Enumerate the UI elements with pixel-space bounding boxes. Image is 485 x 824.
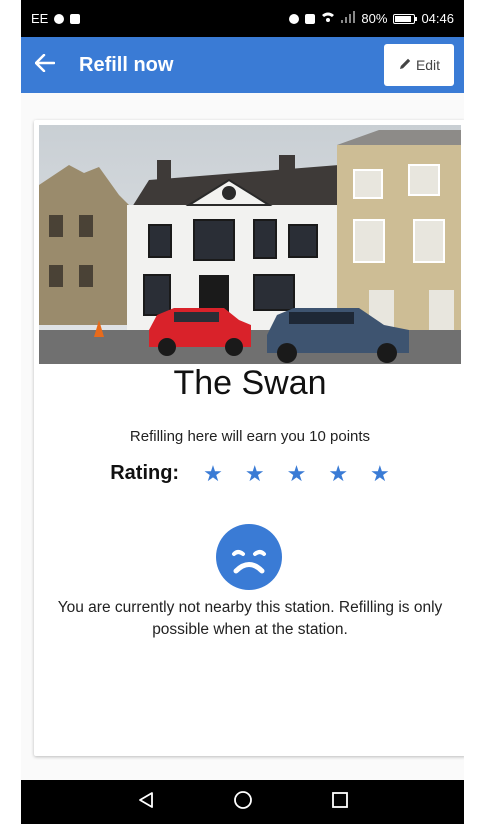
- nav-back-button[interactable]: [135, 791, 157, 813]
- wifi-icon: [321, 11, 335, 26]
- station-name: The Swan: [173, 364, 327, 402]
- nav-recents-button[interactable]: [329, 791, 351, 813]
- edit-button[interactable]: Edit: [384, 44, 454, 86]
- not-nearby-message: You are currently not nearby this statio…: [57, 599, 443, 638]
- phone-screen: EE 80% 04:46 Refill now Edit The Swan Re…: [21, 0, 464, 824]
- settings-status-icon: [54, 13, 65, 24]
- battery-percent: 80%: [361, 11, 388, 26]
- star-icon[interactable]: ★: [245, 462, 265, 485]
- page: EE 80% 04:46 Refill now Edit The Swan Re…: [0, 0, 485, 824]
- nfc-status-icon: [305, 13, 316, 24]
- carrier-label: EE: [31, 11, 49, 26]
- status-left: EE: [31, 11, 81, 26]
- star-icon[interactable]: ★: [287, 462, 307, 485]
- station-photo: [39, 125, 461, 364]
- signal-icon: [341, 11, 356, 26]
- edit-button-label: Edit: [415, 57, 441, 73]
- battery-icon: [393, 13, 418, 24]
- page-title: Refill now: [79, 53, 174, 76]
- nav-home-button[interactable]: [232, 790, 254, 815]
- triangle-back-icon: [137, 791, 155, 814]
- rating-row: Rating: ★ ★ ★ ★ ★: [34, 462, 464, 485]
- notification-status-icon: [70, 13, 81, 24]
- arrow-left-icon: [34, 53, 56, 77]
- back-button[interactable]: [31, 51, 59, 79]
- star-icon[interactable]: ★: [203, 462, 223, 485]
- status-time: 04:46: [421, 11, 454, 26]
- app-bar: Refill now Edit: [21, 37, 464, 93]
- star-icon[interactable]: ★: [328, 462, 348, 485]
- pencil-icon: [398, 57, 412, 74]
- star-icon[interactable]: ★: [370, 462, 390, 485]
- status-bar: EE 80% 04:46: [21, 0, 464, 37]
- circle-home-icon: [233, 790, 253, 815]
- points-text: Refilling here will earn you 10 points: [129, 428, 371, 445]
- rating-label: Rating:: [110, 462, 180, 484]
- system-nav-bar: [21, 780, 464, 824]
- station-card: The Swan Refilling here will earn you 10…: [34, 120, 464, 756]
- square-recents-icon: [331, 791, 349, 814]
- status-right: 80% 04:46: [289, 11, 454, 26]
- alarm-status-icon: [289, 13, 300, 24]
- sad-face-icon: [216, 524, 282, 590]
